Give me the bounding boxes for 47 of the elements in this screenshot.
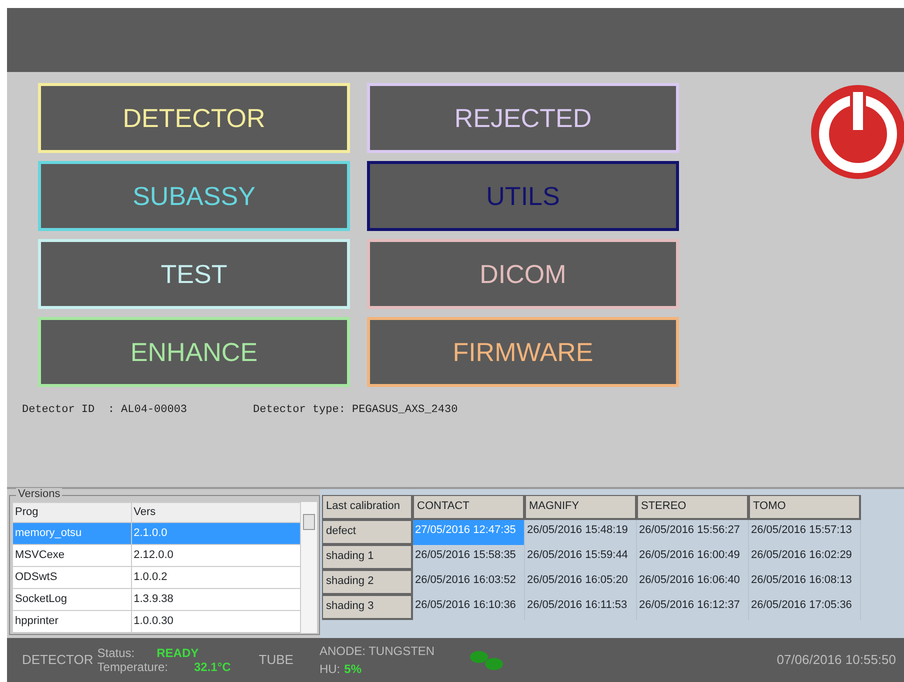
table-cell[interactable]: 26/05/2016 15:48:19 (525, 520, 637, 545)
section-label: TUBE (258, 651, 294, 670)
temperature-label: Temperature: (97, 660, 168, 674)
table-cell[interactable]: 26/05/2016 16:06:40 (637, 570, 749, 595)
column-header[interactable]: CONTACT (413, 495, 525, 520)
anode-label: ANODE: TUNGSTEN (319, 643, 435, 660)
detector-id: Detector ID : AL04-00003 (22, 403, 188, 418)
table-cell[interactable]: 26/05/2016 16:05:20 (525, 570, 637, 595)
hu-value: 5% (344, 662, 362, 676)
menu-button[interactable]: DETECTOR (38, 83, 350, 153)
row-header[interactable]: shading 2 (322, 570, 413, 595)
menu-button[interactable]: REJECTED (367, 83, 679, 153)
menu-button[interactable]: DICOM (367, 239, 679, 309)
row-header[interactable]: shading 3 (322, 595, 413, 620)
hu-label: HU: (319, 662, 340, 676)
table-cell[interactable]: 26/05/2016 16:10:36 (413, 595, 525, 620)
column-header[interactable]: Prog (12, 502, 132, 522)
row-header[interactable]: shading 1 (322, 545, 413, 570)
status-value: READY (156, 646, 199, 660)
status-label: Status: (97, 646, 135, 660)
table-cell[interactable]: 26/05/2016 15:57:13 (749, 520, 861, 545)
detector-type: Detector type: PEGASUS_AXS_2430 (253, 403, 458, 418)
table-cell[interactable]: 26/05/2016 17:05:36 (749, 595, 861, 620)
column-header[interactable]: Vers (131, 502, 301, 522)
table-cell[interactable]: 26/05/2016 16:00:49 (637, 545, 749, 570)
table-cell[interactable]: 26/05/2016 16:02:29 (749, 545, 861, 570)
menu-button[interactable]: ENHANCE (38, 317, 350, 387)
menu-button[interactable]: SUBASSY (38, 161, 350, 231)
indicator-icon (468, 648, 505, 672)
table-cell[interactable]: 26/05/2016 15:56:27 (637, 520, 749, 545)
table-cell[interactable]: 26/05/2016 16:11:53 (525, 595, 637, 620)
section-label: DETECTOR (22, 651, 94, 670)
menu-button[interactable]: TEST (38, 239, 350, 309)
date-time: 07/06/2016 10:55:50 (776, 651, 896, 670)
column-header[interactable]: MAGNIFY (525, 495, 637, 520)
table-cell[interactable]: 26/05/2016 16:08:13 (749, 570, 861, 595)
table-cell[interactable]: 26/05/2016 15:59:44 (525, 545, 637, 570)
corner-header: Last calibration (322, 495, 413, 520)
scrollbar[interactable] (301, 502, 317, 633)
table-cell[interactable]: 26/05/2016 16:12:37 (637, 595, 749, 620)
table-cell[interactable]: 26/05/2016 15:58:35 (413, 545, 525, 570)
column-header[interactable]: TOMO (749, 495, 861, 520)
row-header[interactable]: defect (322, 520, 413, 545)
menu-button[interactable]: FIRMWARE (367, 317, 679, 387)
table-cell[interactable]: 26/05/2016 16:03:52 (413, 570, 525, 595)
column-header[interactable]: STEREO (637, 495, 749, 520)
temperature-value: 32.1°C (194, 660, 231, 674)
